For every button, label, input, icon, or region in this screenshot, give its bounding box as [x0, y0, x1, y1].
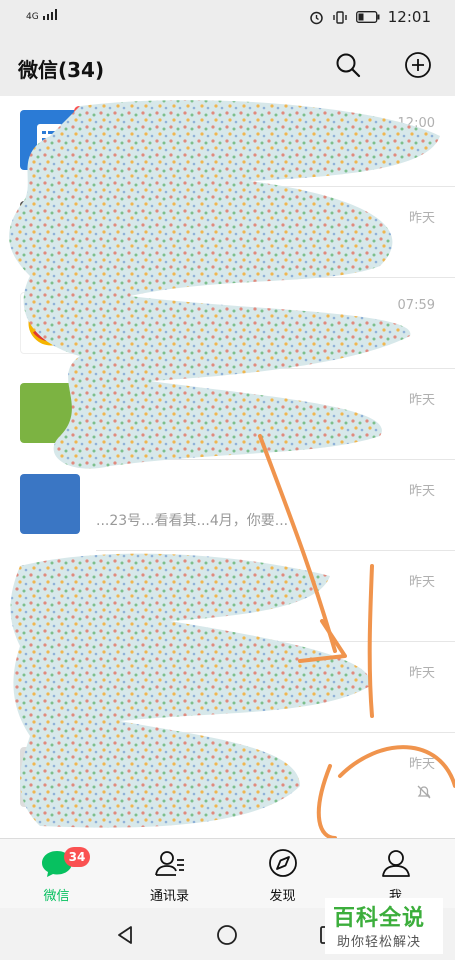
chat-item[interactable]: 昨天	[0, 551, 455, 642]
chat-time: 昨天	[408, 666, 435, 681]
avatar	[20, 383, 80, 443]
chat-time: 昨天	[408, 211, 435, 226]
chat-item[interactable]: 昨天	[0, 642, 455, 733]
avatar	[20, 110, 80, 170]
avatar	[20, 201, 80, 261]
chat-time: 12:00	[397, 116, 435, 131]
avatar	[20, 747, 80, 807]
signal-icon	[42, 9, 57, 20]
avatar	[20, 474, 80, 534]
contacts-icon	[155, 851, 184, 876]
chat-item[interactable]: 中... 昨天	[0, 187, 455, 278]
chat-preview: ...起吃	[96, 422, 138, 438]
chat-time: 昨天	[408, 484, 435, 499]
chat-time: 昨天	[408, 393, 435, 408]
header: 微信(34)	[0, 36, 455, 96]
tab-label: 微信	[43, 889, 70, 904]
chat-preview: 中...	[316, 214, 344, 230]
status-bar: 4G 12:01	[0, 0, 455, 36]
network-indicator: 4G	[26, 9, 60, 22]
battery-icon	[355, 11, 380, 23]
tab-discover[interactable]: 发现	[226, 839, 339, 909]
compass-icon	[269, 849, 297, 877]
person-icon	[382, 850, 410, 877]
status-right: 12:01	[309, 8, 431, 26]
tab-weixin[interactable]: 34 微信	[0, 839, 113, 909]
chat-preview: 保...	[96, 331, 124, 347]
document-icon	[37, 124, 63, 156]
home-icon[interactable]	[216, 924, 238, 946]
unread-dot	[74, 106, 84, 116]
chat-item[interactable]: ...23号...看看其...4月，你要... 昨天	[0, 460, 455, 551]
tab-contacts[interactable]: 通讯录	[113, 839, 226, 909]
chat-time: 昨天	[408, 757, 435, 772]
mute-bell-icon	[417, 785, 431, 799]
chat-name: 天...	[96, 393, 128, 412]
plus-circle-icon[interactable]	[403, 50, 433, 80]
chat-list: 12:00 中... 昨天 保... 07:59 天... ...起吃 昨天 .…	[0, 96, 455, 838]
network-label: 4G	[26, 12, 39, 22]
unread-badge: 34	[64, 847, 90, 867]
watermark-title: 百科全说	[333, 906, 426, 931]
tab-label: 发现	[269, 889, 296, 904]
alarm-icon	[310, 11, 323, 24]
tab-label: 通讯录	[149, 889, 189, 904]
chat-item[interactable]: 12:00	[0, 96, 455, 187]
watermark-subtitle: 助你轻松解决	[337, 935, 422, 950]
page-title: 微信(34)	[18, 58, 105, 82]
back-icon[interactable]	[114, 924, 136, 946]
qq-logo-icon	[28, 300, 74, 346]
status-time: 12:01	[387, 8, 431, 26]
watermark-logo: 百科全说 助你轻松解决	[325, 898, 443, 954]
chat-time: 07:59	[397, 298, 435, 313]
vibrate-icon	[333, 10, 347, 24]
chat-item[interactable]: 天... ...起吃 昨天	[0, 369, 455, 460]
avatar	[20, 565, 80, 625]
avatar	[20, 656, 80, 716]
chat-item[interactable]: 保... 07:59	[0, 278, 455, 369]
chat-time: 昨天	[408, 575, 435, 590]
chat-item[interactable]: 昨天	[0, 733, 455, 824]
search-icon[interactable]	[333, 50, 363, 80]
chat-preview: ...23号...看看其...4月，你要...	[96, 513, 289, 529]
avatar	[20, 292, 82, 354]
